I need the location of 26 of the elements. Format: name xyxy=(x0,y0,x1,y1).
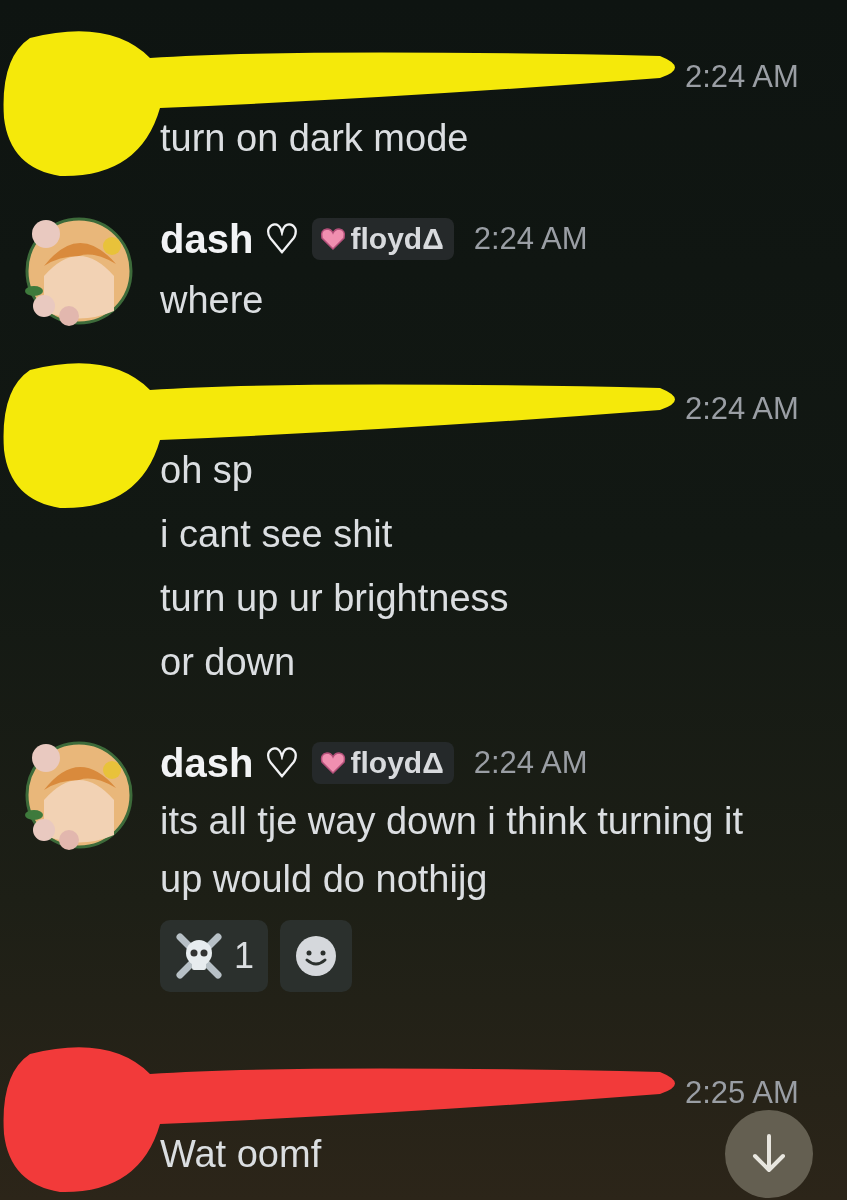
heart-icon xyxy=(320,751,347,775)
message-text: i cant see shit xyxy=(160,512,393,557)
timestamp: 2:24 AM xyxy=(685,391,799,427)
message-text: or down xyxy=(160,640,296,685)
message-text: oh sp xyxy=(160,448,253,493)
timestamp: 2:24 AM xyxy=(685,59,799,95)
message-text: turn on dark mode xyxy=(160,116,469,161)
add-reaction-icon xyxy=(294,934,339,978)
reaction-count: 1 xyxy=(234,935,255,977)
message-text: its all tje way down i think turning it up would do nothijg xyxy=(160,799,744,902)
timestamp: 2:24 AM xyxy=(473,221,588,257)
server-tag[interactable]: floydΔ xyxy=(312,218,454,260)
server-tag[interactable]: floydΔ xyxy=(312,742,454,784)
add-reaction-button[interactable] xyxy=(280,920,353,992)
avatar-icon[interactable] xyxy=(24,216,134,326)
message-text: turn up ur brightness xyxy=(160,576,509,621)
heart-icon xyxy=(320,227,347,251)
skull-crossbones-icon xyxy=(174,931,224,981)
username[interactable]: dash ♡ xyxy=(160,216,301,262)
timestamp: 2:25 AM xyxy=(685,1075,799,1111)
timestamp: 2:24 AM xyxy=(473,745,588,781)
avatar-icon[interactable] xyxy=(24,740,134,850)
message-text: where xyxy=(160,278,264,323)
reaction-chip[interactable]: 1 xyxy=(160,920,269,992)
message-text: Wat oomf xyxy=(160,1132,322,1177)
username[interactable]: dash ♡ xyxy=(160,740,301,786)
